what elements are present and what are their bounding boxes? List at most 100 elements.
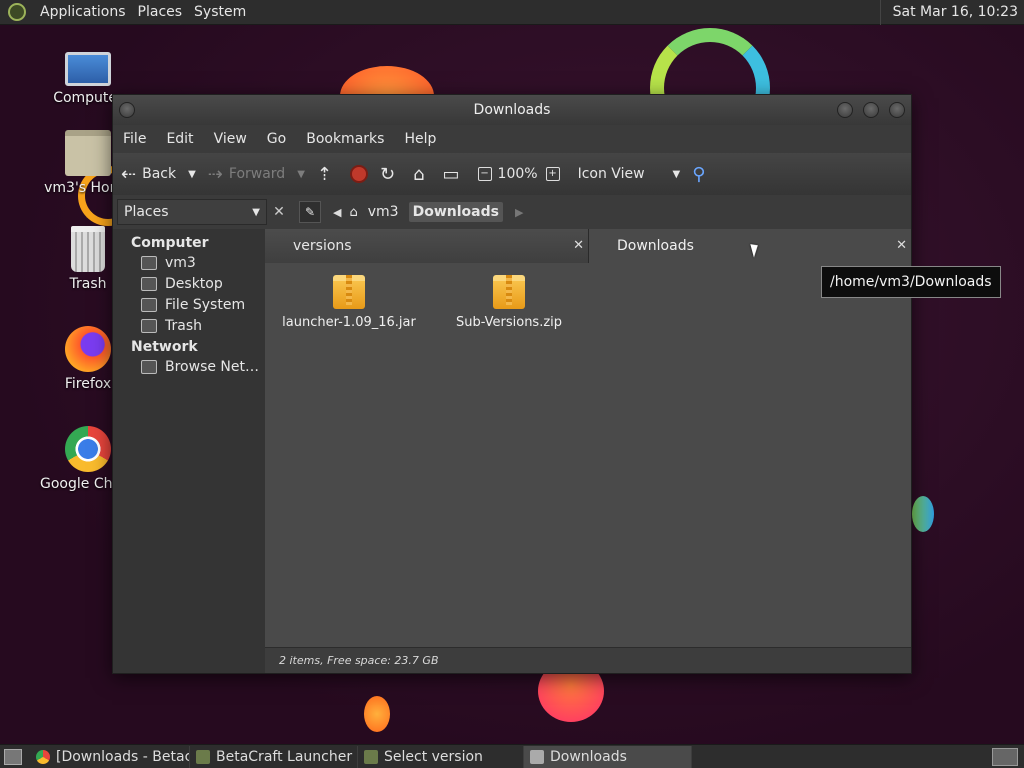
applications-menu[interactable]: Applications: [34, 4, 132, 20]
status-bar: 2 items, Free space: 23.7 GB: [265, 647, 911, 673]
taskbar-item-betacraft[interactable]: BetaCraft Launcher …: [190, 745, 358, 768]
forward-label: Forward: [228, 166, 286, 182]
search-button[interactable]: ⚲: [692, 164, 711, 185]
taskbar-item-label: Downloads: [550, 748, 627, 765]
menu-edit[interactable]: Edit: [156, 131, 203, 147]
wallpaper-shape: [912, 496, 934, 532]
minimize-button[interactable]: [837, 102, 853, 118]
tab-bar: versions ✕ Downloads ✕: [265, 229, 911, 263]
file-manager-window: Downloads File Edit View Go Bookmarks He…: [112, 94, 1001, 674]
zoom-level: 100%: [497, 166, 538, 182]
computer-icon: ▭: [442, 163, 460, 185]
sidebar-item-trash[interactable]: Trash: [113, 316, 265, 337]
betacraft-icon: [196, 749, 210, 764]
breadcrumb-downloads[interactable]: Downloads: [408, 202, 503, 222]
desktop-folder-icon: [141, 277, 157, 291]
edit-location-icon[interactable]: ✎: [299, 201, 321, 223]
up-button[interactable]: ⇡: [317, 164, 338, 185]
breadcrumb-vm3[interactable]: vm3: [364, 202, 403, 222]
window-menu-button[interactable]: [119, 102, 135, 118]
stop-icon: [350, 165, 368, 183]
content-area: Computer vm3 Desktop File System Trash N…: [113, 229, 1001, 673]
stop-button[interactable]: [350, 165, 368, 183]
sidebar-item-label: vm3: [165, 255, 196, 271]
tab-label: versions: [293, 238, 352, 254]
menu-bookmarks[interactable]: Bookmarks: [296, 131, 394, 147]
maximize-button[interactable]: [863, 102, 879, 118]
up-arrow-icon: ⇡: [316, 163, 332, 185]
taskbar-item-downloads[interactable]: Downloads: [524, 745, 692, 768]
forward-arrow-icon: ⇢: [207, 163, 223, 185]
tab-versions[interactable]: versions ✕: [265, 229, 589, 263]
close-tab-icon[interactable]: ✕: [896, 238, 907, 253]
folder-icon: [530, 749, 544, 764]
menu-help[interactable]: Help: [394, 131, 446, 147]
chrome-icon: [65, 426, 111, 472]
home-folder-icon: [141, 256, 157, 270]
system-menu[interactable]: System: [188, 4, 252, 20]
archive-icon: [333, 275, 365, 309]
file-name: launcher-1.09_16.jar: [282, 315, 416, 330]
side-pane-label: Places: [124, 204, 169, 220]
close-tab-icon[interactable]: ✕: [573, 238, 584, 253]
home-folder-icon: [65, 130, 111, 176]
breadcrumb-left-arrow-icon[interactable]: ◀: [333, 206, 341, 219]
sidebar-item-label: Browse Net…: [165, 359, 260, 375]
reload-button[interactable]: ↻: [380, 164, 401, 185]
sidebar-item-browse-network[interactable]: Browse Net…: [113, 357, 265, 378]
search-icon: ⚲: [692, 163, 706, 185]
menu-view[interactable]: View: [204, 131, 257, 147]
zoom-control[interactable]: − 100% +: [477, 166, 566, 182]
sidebar-item-file-system[interactable]: File System: [113, 295, 265, 316]
close-sidepane-icon[interactable]: ✕: [269, 204, 289, 220]
view-mode-value: Icon View: [577, 166, 645, 182]
file-item[interactable]: Sub-Versions.zip: [439, 275, 579, 330]
tab-tooltip: /home/vm3/Downloads: [821, 266, 1001, 298]
toolbar: ⇠ Back ▼ ⇢ Forward ▼ ⇡ ↻ ⌂ ▭ − 100% + Ic…: [113, 153, 911, 195]
wallpaper-shape: [364, 696, 390, 732]
menu-go[interactable]: Go: [257, 131, 296, 147]
view-mode-select[interactable]: Icon View ▼: [578, 166, 681, 182]
sidebar-item-vm3[interactable]: vm3: [113, 253, 265, 274]
taskbar-item-select-version[interactable]: Select version: [358, 745, 524, 768]
clock[interactable]: Sat Mar 16, 10:23: [879, 0, 1024, 25]
chevron-down-icon: ▼: [672, 168, 681, 180]
forward-button[interactable]: ⇢ Forward ▼: [208, 164, 305, 185]
menubar: File Edit View Go Bookmarks Help: [113, 125, 911, 153]
chevron-down-icon: ▼: [252, 206, 260, 218]
taskbar: [Downloads - Betac… BetaCraft Launcher ……: [0, 744, 1024, 768]
close-button[interactable]: [889, 102, 905, 118]
workspace-switcher-icon[interactable]: [992, 747, 1018, 766]
firefox-icon: [65, 326, 111, 372]
back-button[interactable]: ⇠ Back ▼: [121, 164, 196, 185]
zoom-in-icon[interactable]: +: [545, 167, 560, 181]
window-titlebar[interactable]: Downloads: [113, 95, 911, 125]
sidebar-heading-computer: Computer: [131, 235, 209, 251]
breadcrumb-right-arrow-icon[interactable]: ▶: [515, 206, 523, 219]
taskbar-item-label: BetaCraft Launcher …: [216, 748, 358, 765]
computer-icon: [65, 52, 111, 86]
location-bar: Places ▼ ✕ ✎ ◀ ⌂ vm3 Downloads ▶: [113, 195, 911, 229]
forward-history-dropdown-icon[interactable]: ▼: [297, 169, 305, 180]
mate-logo-icon[interactable]: [8, 3, 26, 21]
back-history-dropdown-icon[interactable]: ▼: [188, 169, 196, 180]
show-desktop-icon[interactable]: [4, 748, 22, 765]
trash-icon: [141, 319, 157, 333]
file-item[interactable]: launcher-1.09_16.jar: [279, 275, 419, 330]
side-pane-selector[interactable]: Places ▼: [117, 199, 267, 225]
home-button[interactable]: ⌂: [413, 164, 430, 185]
sidebar-item-label: Desktop: [165, 276, 223, 292]
menu-file[interactable]: File: [113, 131, 156, 147]
places-menu[interactable]: Places: [132, 4, 189, 20]
taskbar-item-label: Select version: [384, 748, 483, 765]
computer-button[interactable]: ▭: [443, 164, 466, 185]
taskbar-item-label: [Downloads - Betac…: [56, 748, 189, 765]
window-title: Downloads: [473, 102, 551, 118]
taskbar-item-chrome-downloads[interactable]: [Downloads - Betac…: [30, 745, 190, 768]
network-icon: [141, 360, 157, 374]
sidebar-item-desktop[interactable]: Desktop: [113, 274, 265, 295]
file-grid[interactable]: launcher-1.09_16.jar Sub-Versions.zip: [265, 263, 911, 643]
drive-icon: [141, 298, 157, 312]
back-arrow-icon: ⇠: [121, 163, 137, 185]
zoom-out-icon[interactable]: −: [477, 167, 492, 181]
